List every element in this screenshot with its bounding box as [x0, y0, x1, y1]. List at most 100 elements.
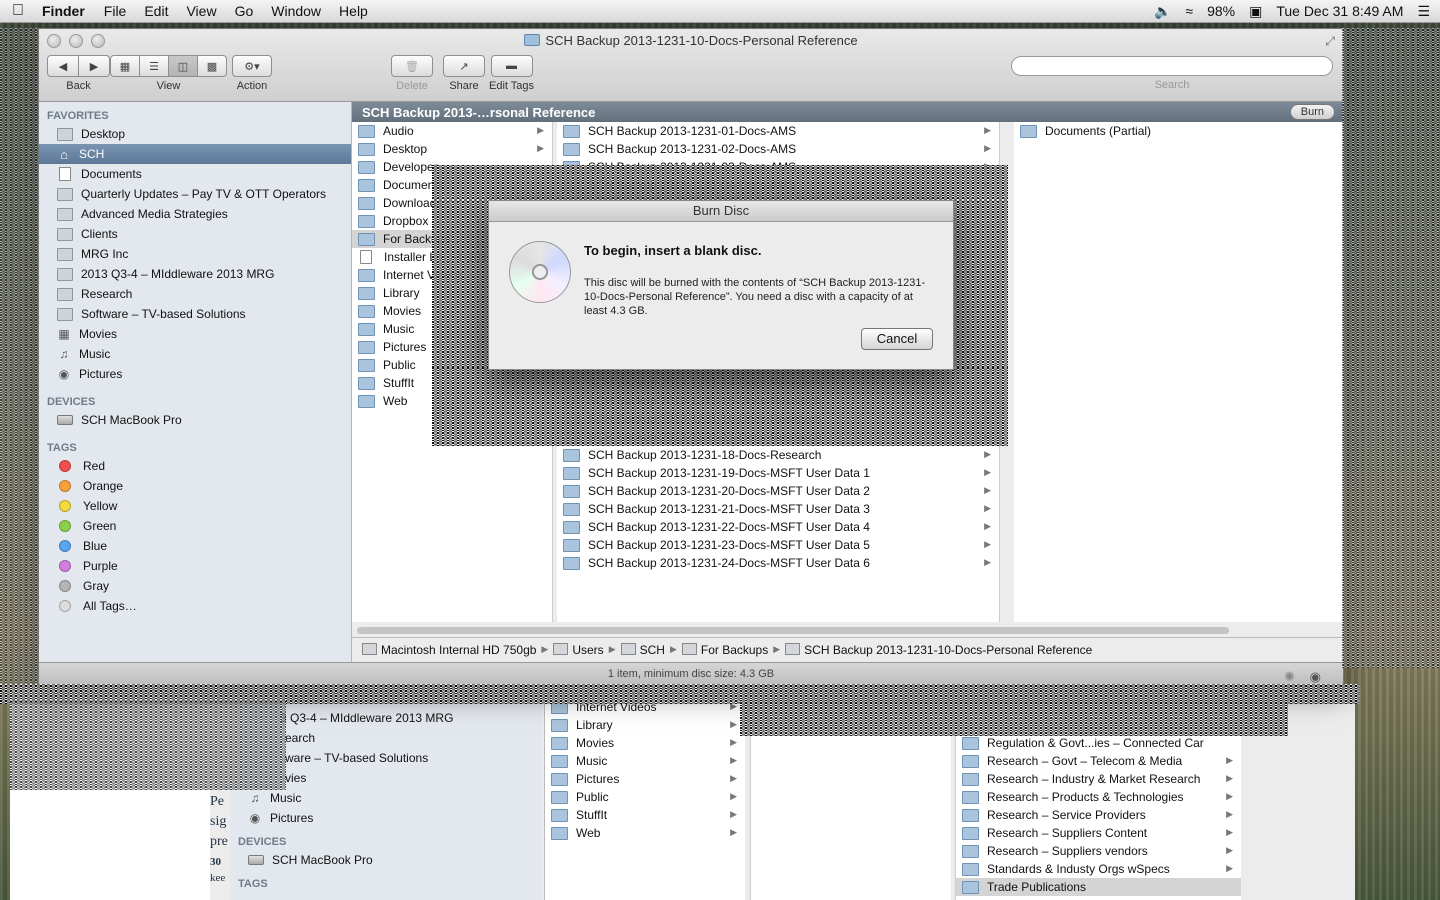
- list-item[interactable]: Pictures ▶: [545, 770, 745, 788]
- sidebar-item-sch[interactable]: ⌂ SCH: [39, 144, 351, 164]
- list-item[interactable]: Research – Products & Technologies ▶: [956, 788, 1241, 806]
- browser-column-3: Documents (Partial): [1014, 122, 1343, 622]
- sidebar-item-desktop[interactable]: Desktop: [39, 124, 351, 144]
- menu-go[interactable]: Go: [226, 3, 263, 19]
- sidebar-item-pictures[interactable]: ◉ Pictures: [39, 364, 351, 384]
- list-item[interactable]: Trade Publications: [956, 878, 1241, 896]
- sidebar-tag-item[interactable]: Yellow: [39, 496, 351, 516]
- list-item[interactable]: Research – Industry & Market Research ▶: [956, 770, 1241, 788]
- edit-tags-button[interactable]: ▬: [490, 55, 533, 77]
- battery-percent[interactable]: 98%: [1207, 3, 1235, 19]
- chevron-right-icon: ▶: [1226, 827, 1233, 837]
- sidebar-item-middleware[interactable]: 2013 Q3-4 – MIddleware 2013 MRG: [39, 264, 351, 284]
- battery-icon[interactable]: ▣: [1249, 3, 1262, 20]
- horizontal-scrollbar[interactable]: [357, 627, 1229, 634]
- list-view-button[interactable]: ☰: [140, 55, 169, 77]
- path-segment[interactable]: For Backups: [681, 642, 768, 657]
- sidebar-item-advanced-media[interactable]: Advanced Media Strategies: [39, 204, 351, 224]
- list-item[interactable]: Research – Suppliers Content ▶: [956, 824, 1241, 842]
- sidebar-item-research[interactable]: Research: [39, 284, 351, 304]
- apple-menu-icon[interactable]: : [0, 2, 36, 20]
- folder-icon: [358, 376, 375, 390]
- list-item[interactable]: Audio ▶: [352, 122, 552, 140]
- movies-icon: ▦: [58, 326, 70, 341]
- column-view-button[interactable]: ◫: [169, 55, 198, 77]
- sidebar-tag-item[interactable]: Gray: [39, 576, 351, 596]
- chevron-right-icon: ▶: [730, 791, 737, 801]
- notification-center-icon[interactable]: ☰: [1417, 3, 1430, 20]
- folder-icon: [358, 124, 375, 138]
- cover-flow-button[interactable]: ▩: [198, 55, 227, 77]
- menu-window[interactable]: Window: [262, 3, 330, 19]
- fullscreen-icon[interactable]: ⤢: [1325, 34, 1335, 49]
- sidebar-item-documents[interactable]: Documents: [39, 164, 351, 184]
- sidebar-item-software[interactable]: Software – TV-based Solutions: [39, 304, 351, 324]
- sidebar-item-mrg-inc[interactable]: MRG Inc: [39, 244, 351, 264]
- list-item[interactable]: SCH Backup 2013-1231-20-Docs-MSFT User D…: [557, 482, 999, 500]
- sidebar-item-music[interactable]: ♫ Music: [39, 344, 351, 364]
- list-item[interactable]: Web ▶: [545, 824, 745, 842]
- sidebar-tag-item[interactable]: Purple: [39, 556, 351, 576]
- chevron-right-icon: ▶: [984, 521, 991, 531]
- folder-icon: [57, 307, 73, 321]
- share-button[interactable]: ↗: [443, 55, 485, 77]
- sidebar-item-clients[interactable]: Clients: [39, 224, 351, 244]
- list-item[interactable]: SCH Backup 2013-1231-22-Docs-MSFT User D…: [557, 518, 999, 536]
- path-segment[interactable]: Users: [553, 642, 604, 657]
- list-item[interactable]: Movies ▶: [545, 734, 745, 752]
- status-bar: 1 item, minimum disc size: 4.3 GB ✺ ◉: [39, 662, 1343, 685]
- list-item[interactable]: SCH Backup 2013-1231-21-Docs-MSFT User D…: [557, 500, 999, 518]
- list-item[interactable]: Regulation & Govt...ies – Connected Car: [956, 734, 1241, 752]
- list-item[interactable]: SCH Backup 2013-1231-24-Docs-MSFT User D…: [557, 554, 999, 572]
- menu-help[interactable]: Help: [330, 3, 377, 19]
- list-item[interactable]: SCH Backup 2013-1231-23-Docs-MSFT User D…: [557, 536, 999, 554]
- path-segment[interactable]: SCH: [620, 642, 665, 657]
- folder-icon: [551, 790, 568, 804]
- burn-button[interactable]: Burn: [1289, 104, 1335, 120]
- list-item[interactable]: Library ▶: [545, 716, 745, 734]
- search-input[interactable]: [1011, 56, 1333, 76]
- menu-view[interactable]: View: [177, 3, 225, 19]
- path-segment[interactable]: SCH Backup 2013-1231-10-Docs-Personal Re…: [785, 642, 1092, 657]
- volume-icon[interactable]: 🔈: [1154, 3, 1171, 20]
- list-item[interactable]: Research – Suppliers vendors ▶: [956, 842, 1241, 860]
- list-item[interactable]: StuffIt ▶: [545, 806, 745, 824]
- sidebar-item-quarterly-updates[interactable]: Quarterly Updates – Pay TV & OTT Operato…: [39, 184, 351, 204]
- cancel-button[interactable]: Cancel: [861, 328, 933, 350]
- path-segment[interactable]: Macintosh Internal HD 750gb: [362, 642, 536, 657]
- delete-button[interactable]: 🗑: [391, 55, 433, 77]
- sidebar-tag-item[interactable]: Blue: [39, 536, 351, 556]
- list-item[interactable]: Public ▶: [545, 788, 745, 806]
- menu-edit[interactable]: Edit: [135, 3, 177, 19]
- list-item[interactable]: Desktop ▶: [352, 140, 552, 158]
- folder-icon: [358, 340, 375, 354]
- sidebar-tag-item[interactable]: All Tags…: [39, 596, 351, 616]
- list-item[interactable]: Documents (Partial): [1014, 122, 1343, 140]
- list-item[interactable]: SCH Backup 2013-1231-02-Docs-AMS ▶: [557, 140, 999, 158]
- menu-file[interactable]: File: [95, 3, 136, 19]
- disc-status-icon[interactable]: ◉: [1310, 666, 1321, 685]
- sidebar-item-movies[interactable]: ▦ Movies: [39, 324, 351, 344]
- clock[interactable]: Tue Dec 31 8:49 AM: [1276, 3, 1403, 19]
- list-item[interactable]: SCH Backup 2013-1231-18-Docs-Research ▶: [557, 446, 999, 464]
- list-item[interactable]: Research – Service Providers ▶: [956, 806, 1241, 824]
- list-item[interactable]: Music ▶: [545, 752, 745, 770]
- list-item[interactable]: Standards & Industy Orgs wSpecs ▶: [956, 860, 1241, 878]
- wifi-icon[interactable]: ≈: [1185, 3, 1193, 19]
- list-item[interactable]: Research – Govt – Telecom & Media ▶: [956, 752, 1241, 770]
- icon-view-button[interactable]: ▦: [110, 55, 140, 77]
- sidebar-section-devices: DEVICES: [47, 396, 96, 408]
- sidebar-item-macbook[interactable]: SCH MacBook Pro: [39, 410, 351, 430]
- sidebar-tag-item[interactable]: Red: [39, 456, 351, 476]
- forward-button[interactable]: ▶: [79, 55, 110, 77]
- sidebar-tag-item[interactable]: Green: [39, 516, 351, 536]
- sidebar-tag-item[interactable]: Orange: [39, 476, 351, 496]
- back-button[interactable]: ◀: [47, 55, 79, 77]
- sidebar-item-device[interactable]: SCH MacBook Pro: [230, 850, 542, 870]
- menu-app-finder[interactable]: Finder: [36, 3, 95, 19]
- list-item[interactable]: SCH Backup 2013-1231-19-Docs-MSFT User D…: [557, 464, 999, 482]
- sidebar-item-pictures[interactable]: ◉ Pictures: [230, 808, 542, 828]
- list-item[interactable]: SCH Backup 2013-1231-01-Docs-AMS ▶: [557, 122, 999, 140]
- sidebar-item-music[interactable]: ♫ Music: [230, 788, 542, 808]
- action-button[interactable]: ⚙▾: [232, 55, 272, 77]
